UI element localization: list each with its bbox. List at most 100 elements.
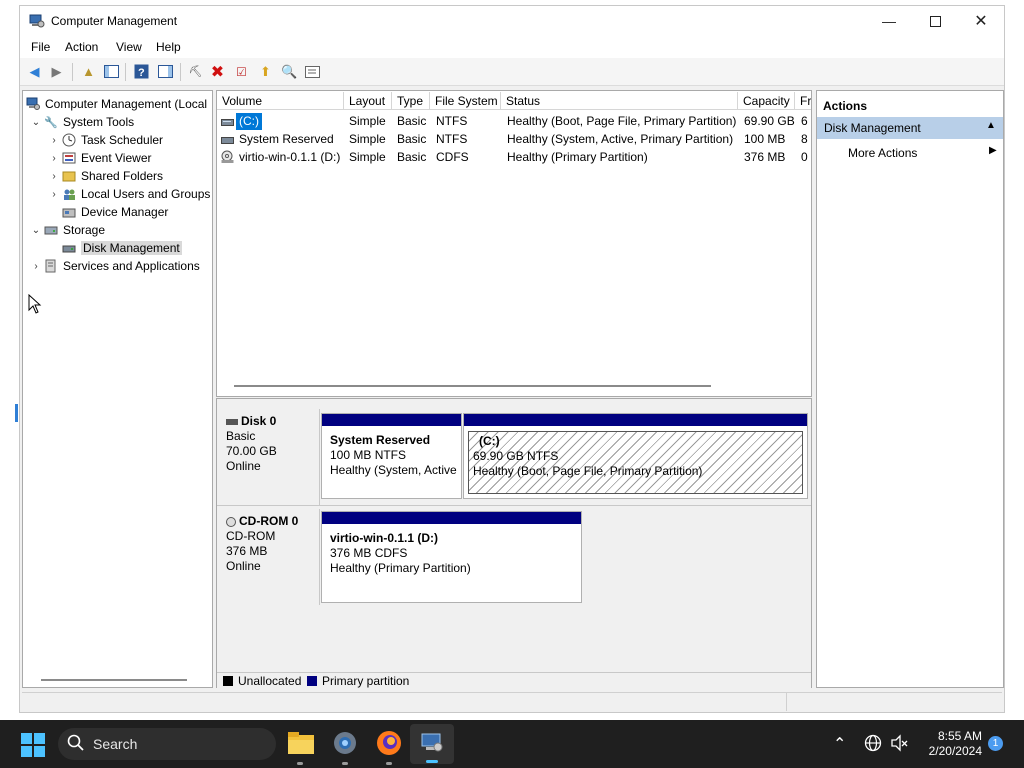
up-folder-icon[interactable]: ▲ [80, 63, 97, 80]
tree-item-services-applications[interactable]: › Services and Applications [29, 257, 199, 275]
cell-volume: System Reserved [239, 132, 334, 146]
title-bar[interactable]: Computer Management — ✕ [20, 6, 1004, 36]
partition-name: (C:) [479, 434, 500, 448]
disk-kind: Basic [226, 429, 256, 443]
cell-free: 8 [801, 132, 808, 146]
properties-icon[interactable]: ☑ [233, 63, 250, 80]
device-manager-icon [61, 204, 77, 220]
running-indicator [297, 762, 303, 765]
chevron-right-icon[interactable]: › [47, 153, 61, 164]
tree-label: Local Users and Groups [81, 187, 211, 201]
cdrom-0-label[interactable]: CD-ROM 0 CD-ROM 376 MB Online [217, 509, 320, 605]
primary-partition-swatch [307, 676, 317, 686]
tree-item-storage[interactable]: ⌄ Storage [29, 221, 105, 239]
cell-volume: (C:) [236, 113, 262, 130]
partition-name: System Reserved [330, 433, 431, 447]
firefox-icon[interactable] [375, 729, 403, 757]
chevron-right-icon[interactable]: › [47, 171, 61, 182]
cd-drive-icon [221, 150, 234, 164]
column-header-status[interactable]: Status [501, 92, 738, 110]
disk-state: Online [226, 559, 261, 573]
actions-section-disk-management[interactable]: Disk Management ▲ [817, 117, 1003, 139]
tree-item-shared-folders[interactable]: › Shared Folders [47, 167, 163, 185]
partition-status: Healthy (Boot, Page File, Primary Partit… [473, 464, 703, 478]
tree-label: Device Manager [81, 205, 169, 219]
table-row[interactable]: System Reserved Simple Basic NTFS Health… [220, 131, 810, 148]
notification-badge[interactable]: 1 [988, 736, 1003, 751]
cell-volume: virtio-win-0.1.1 (D:) [239, 150, 341, 164]
column-header-volume[interactable]: Volume [217, 92, 344, 110]
computer-management-taskbar-button[interactable] [410, 724, 454, 764]
chevron-down-icon[interactable]: ⌄ [29, 117, 43, 128]
help-icon[interactable]: ? [133, 63, 150, 80]
maximize-icon [929, 15, 941, 27]
back-icon[interactable]: ◀ [26, 63, 43, 80]
show-hidden-icons-chevron-icon[interactable]: ⌃ [833, 734, 846, 754]
users-icon [61, 186, 77, 202]
column-header-layout[interactable]: Layout [344, 92, 392, 110]
status-divider [786, 693, 787, 711]
collapse-arrow-icon[interactable]: ▲ [986, 120, 996, 131]
menu-view[interactable]: View [116, 40, 142, 54]
partition-c[interactable]: (C:) 69.90 GB NTFS Healthy (Boot, Page F… [463, 413, 808, 499]
column-header-file-system[interactable]: File System [430, 92, 501, 110]
chevron-right-icon[interactable]: › [29, 261, 43, 272]
computer-management-icon [25, 96, 41, 112]
more-actions-item[interactable]: More Actions ▶ [817, 143, 1003, 163]
tree-item-event-viewer[interactable]: › Event Viewer [47, 149, 151, 167]
start-windows-icon[interactable] [21, 733, 45, 757]
file-explorer-icon[interactable] [286, 730, 316, 756]
partition-system-reserved[interactable]: System Reserved 100 MB NTFS Healthy (Sys… [321, 413, 462, 499]
column-header-capacity[interactable]: Capacity [738, 92, 795, 110]
table-row[interactable]: virtio-win-0.1.1 (D:) Simple Basic CDFS … [220, 149, 810, 166]
tree-item-task-scheduler[interactable]: › Task Scheduler [47, 131, 163, 149]
network-globe-icon[interactable] [864, 734, 882, 755]
tree-item-local-users[interactable]: › Local Users and Groups [47, 185, 210, 203]
horizontal-scrollbar[interactable] [41, 679, 187, 681]
cell-free: 6 [801, 114, 808, 128]
tree-item-device-manager[interactable]: Device Manager [61, 203, 168, 221]
export-icon[interactable]: ⬆ [257, 63, 274, 80]
search-icon [67, 734, 85, 755]
tools-icon: 🔧 [44, 116, 58, 129]
tree-item-disk-management[interactable]: Disk Management [61, 239, 182, 257]
partition-d[interactable]: virtio-win-0.1.1 (D:) 376 MB CDFS Health… [321, 511, 582, 603]
table-row[interactable]: (C:) Simple Basic NTFS Healthy (Boot, Pa… [220, 113, 810, 130]
search-folder-icon[interactable]: 🔍 [281, 63, 298, 80]
window-title: Computer Management [51, 14, 178, 28]
tree-item-system-tools[interactable]: ⌄ 🔧 System Tools [29, 113, 134, 131]
actions-pane: Actions Disk Management ▲ More Actions ▶ [816, 90, 1004, 688]
primary-partition-bar [464, 414, 807, 426]
close-button[interactable]: ✕ [958, 6, 1004, 36]
column-header-type[interactable]: Type [392, 92, 430, 110]
chevron-down-icon[interactable]: ⌄ [29, 225, 43, 236]
disk-size: 70.00 GB [226, 444, 277, 458]
column-header-free[interactable]: Fr [795, 92, 811, 110]
disk-0-label[interactable]: Disk 0 Basic 70.00 GB Online [217, 409, 320, 505]
menu-help[interactable]: Help [156, 40, 181, 54]
taskbar-search-box[interactable]: Search [58, 728, 276, 760]
forward-icon[interactable]: ▶ [48, 63, 65, 80]
chevron-right-icon[interactable]: › [47, 135, 61, 146]
volume-muted-icon[interactable] [890, 734, 908, 755]
show-hide-tree-icon[interactable] [103, 63, 120, 80]
horizontal-scrollbar[interactable] [234, 385, 711, 387]
menu-action[interactable]: Action [65, 40, 98, 54]
maximize-button[interactable] [912, 6, 958, 36]
disk-name: CD-ROM 0 [239, 514, 299, 528]
minimize-button[interactable]: — [866, 6, 912, 36]
delete-icon[interactable]: ✖ [209, 63, 226, 81]
cell-capacity: 100 MB [744, 132, 786, 146]
settings-gear-icon[interactable] [331, 729, 359, 757]
connect-icon[interactable]: ⛏ [187, 63, 204, 80]
taskbar-clock[interactable]: 8:55 AM 2/20/2024 [916, 729, 982, 759]
tree-root[interactable]: Computer Management (Local [25, 95, 207, 113]
chevron-right-icon[interactable]: › [47, 189, 61, 200]
partition-detail: 69.90 GB NTFS [473, 449, 559, 463]
menu-file[interactable]: File [31, 40, 50, 54]
disk-row-divider [217, 505, 811, 506]
more-view-icon[interactable] [304, 63, 321, 80]
disk-graphical-view: Disk 0 Basic 70.00 GB Online System Rese… [216, 398, 812, 688]
show-hide-action-pane-icon[interactable] [157, 63, 174, 80]
console-tree: Computer Management (Local ⌄ 🔧 System To… [22, 90, 213, 688]
